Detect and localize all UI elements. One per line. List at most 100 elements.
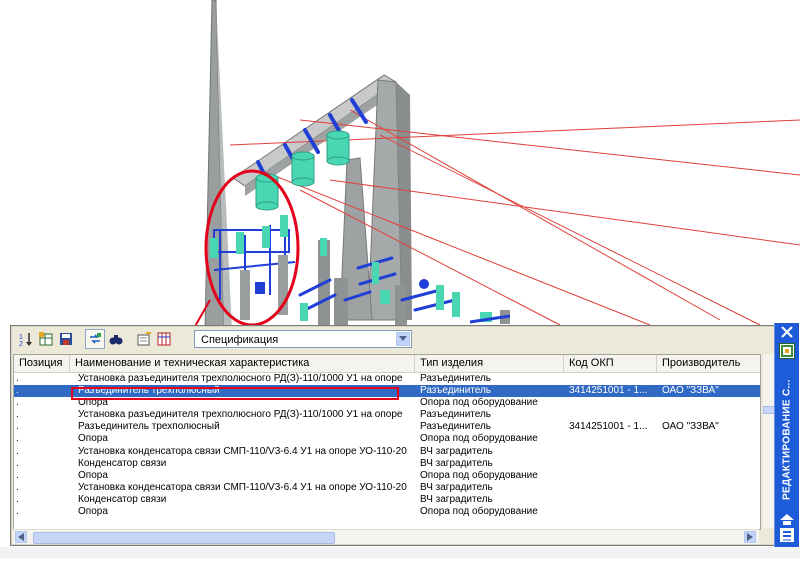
row-type: Разъединитель: [420, 385, 492, 397]
row-name: Установка конденсатора связи СМП-110/V3-…: [78, 445, 407, 457]
row-marker: .: [16, 457, 19, 469]
palette-side-title: РЕДАКТИРОВАНИЕ С...: [781, 379, 793, 501]
row-type: Разъединитель: [420, 409, 492, 421]
row-marker: .: [16, 373, 19, 384]
save-icon[interactable]: [57, 330, 75, 348]
table-row[interactable]: . Опора Опора под оборудование: [14, 433, 760, 445]
table-row[interactable]: . Конденсатор связи ВЧ заградитель: [14, 494, 760, 506]
row-name: Опора: [78, 506, 108, 518]
row-okp-code: [569, 482, 655, 494]
palette-side-strip: РЕДАКТИРОВАНИЕ С...: [774, 323, 799, 547]
specification-select[interactable]: Спецификация: [194, 330, 412, 348]
table-row[interactable]: . Установка разъединителя трехполюсного Р…: [14, 373, 760, 385]
horizontal-scroll-thumb[interactable]: [33, 532, 335, 544]
row-okp-code: [569, 397, 655, 409]
row-okp-code: [569, 506, 655, 518]
horizontal-scrollbar[interactable]: [13, 529, 759, 544]
row-manufacturer: [662, 373, 758, 385]
svg-text:1: 1: [19, 334, 23, 341]
scroll-left-icon[interactable]: [15, 531, 27, 543]
row-type: Разъединитель: [420, 421, 492, 433]
link-icon[interactable]: [85, 329, 105, 349]
row-name: Конденсатор связи: [78, 457, 167, 469]
table-row[interactable]: . Установка конденсатора связи СМП-110/V3…: [14, 482, 760, 494]
column-header-name[interactable]: Наименование и техническая характеристик…: [70, 355, 415, 372]
table-row[interactable]: . Опора Опора под оборудование: [14, 506, 760, 518]
row-marker: .: [16, 493, 19, 505]
row-okp-code: 3414251001 - 1...: [569, 421, 648, 433]
scroll-right-icon[interactable]: [744, 531, 756, 543]
row-okp-code: 3414251001 - 1...: [569, 385, 648, 397]
row-okp-code: [569, 446, 655, 458]
table-row[interactable]: . Разъединитель трехполюсный Разъединитель…: [14, 421, 760, 433]
row-type: ВЧ заградитель: [420, 445, 493, 457]
specification-select-value: Спецификация: [201, 334, 279, 346]
row-marker: .: [16, 409, 19, 421]
row-marker: .: [16, 385, 19, 397]
chevron-down-icon[interactable]: [396, 332, 410, 346]
menu-icon[interactable]: [780, 528, 794, 542]
row-name: Разъединитель трехполюсный: [78, 421, 220, 433]
table-row[interactable]: . Установка разъединителя трехполюсного Р…: [14, 409, 760, 421]
table-row[interactable]: . Установка конденсатора связи СМП-110/V3…: [14, 446, 760, 458]
row-manufacturer: [662, 458, 758, 470]
svg-text:2: 2: [19, 341, 23, 347]
table-row[interactable]: . Конденсатор связи ВЧ заградитель: [14, 458, 760, 470]
row-marker: .: [16, 481, 19, 493]
row-okp-code: [569, 433, 655, 445]
row-marker: .: [16, 445, 19, 457]
row-manufacturer: [662, 409, 758, 421]
row-manufacturer: [662, 506, 758, 518]
columns-icon[interactable]: [155, 330, 173, 348]
row-name: Установка разъединителя трехполюсного РД…: [78, 409, 403, 421]
row-name: Конденсатор связи: [78, 493, 167, 505]
specification-palette: 12 Спецификация Позиция Наименование и т…: [10, 325, 776, 546]
row-marker: .: [16, 397, 19, 409]
row-manufacturer: ОАО "ЗЗВА": [662, 385, 719, 397]
row-type: Разъединитель: [420, 373, 492, 384]
row-manufacturer: [662, 494, 758, 506]
row-marker: .: [16, 433, 19, 445]
row-manufacturer: [662, 397, 758, 409]
row-manufacturer: ОАО "ЗЗВА": [662, 421, 719, 433]
row-type: ВЧ заградитель: [420, 493, 493, 505]
table-header: Позиция Наименование и техническая харак…: [14, 355, 760, 373]
row-okp-code: [569, 458, 655, 470]
column-header-position[interactable]: Позиция: [14, 355, 70, 372]
row-name: Установка разъединителя трехполюсного РД…: [78, 373, 403, 384]
row-marker: .: [16, 421, 19, 433]
row-okp-code: [569, 409, 655, 421]
column-header-okp-code[interactable]: Код ОКП: [564, 355, 657, 372]
row-name: Опора: [78, 433, 108, 445]
binoculars-icon[interactable]: [107, 330, 125, 348]
row-type: ВЧ заградитель: [420, 457, 493, 469]
row-manufacturer: [662, 433, 758, 445]
row-type: Опора под оборудование: [420, 469, 538, 481]
selected-row-highlight: [71, 387, 399, 400]
row-type: Опора под оборудование: [420, 397, 538, 409]
palette-toolbar: 12 Спецификация: [11, 326, 775, 352]
table-row[interactable]: . Опора Опора под оборудование: [14, 470, 760, 482]
row-type: Опора под оборудование: [420, 433, 538, 445]
row-manufacturer: [662, 482, 758, 494]
specification-table: Позиция Наименование и техническая харак…: [13, 354, 761, 530]
row-marker: .: [16, 469, 19, 481]
close-icon[interactable]: [780, 325, 794, 339]
autohide-icon[interactable]: [780, 513, 794, 525]
column-header-manufacturer[interactable]: Производитель: [657, 355, 760, 372]
edit-icon[interactable]: [135, 330, 153, 348]
sort-icon[interactable]: 12: [17, 330, 35, 348]
properties-icon[interactable]: [779, 343, 795, 359]
row-okp-code: [569, 373, 655, 385]
row-name: Установка конденсатора связи СМП-110/V3-…: [78, 481, 407, 493]
row-type: Опора под оборудование: [420, 506, 538, 518]
row-marker: .: [16, 506, 19, 518]
row-manufacturer: [662, 470, 758, 482]
row-name: Опора: [78, 469, 108, 481]
column-header-type[interactable]: Тип изделия: [415, 355, 564, 372]
row-manufacturer: [662, 446, 758, 458]
row-okp-code: [569, 494, 655, 506]
row-okp-code: [569, 470, 655, 482]
table-icon[interactable]: [37, 330, 55, 348]
row-type: ВЧ заградитель: [420, 481, 493, 493]
